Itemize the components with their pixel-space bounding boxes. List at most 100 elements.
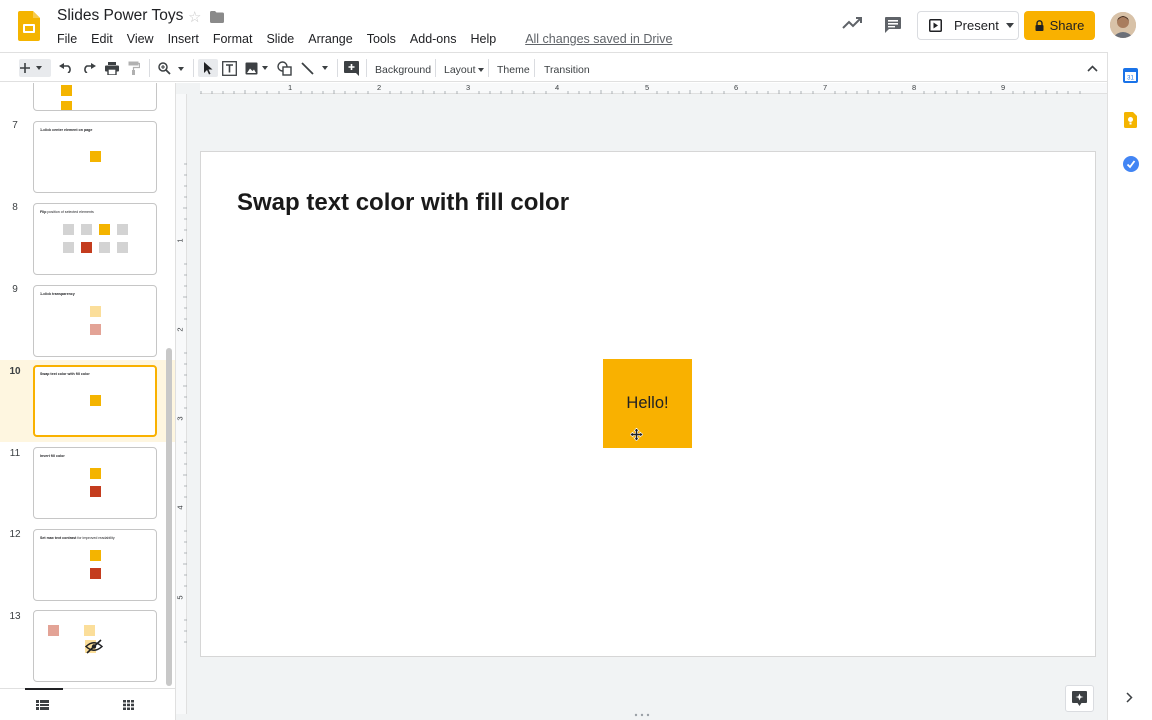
comment-icon[interactable] xyxy=(884,16,902,34)
keep-icon[interactable] xyxy=(1124,112,1137,128)
share-button[interactable]: Share xyxy=(1024,11,1095,40)
menu-slide[interactable]: Slide xyxy=(259,30,301,48)
theme-button[interactable]: Theme xyxy=(497,61,530,79)
hello-shape-text: Hello! xyxy=(626,394,669,412)
active-view-indicator xyxy=(25,688,63,690)
toolbar-divider xyxy=(337,59,338,77)
thumb-shape xyxy=(99,242,110,253)
new-slide-button[interactable] xyxy=(19,59,51,77)
horizontal-ruler[interactable]: 1 2 3 4 5 6 7 8 9 xyxy=(200,83,1107,94)
toolbar-divider xyxy=(193,59,194,77)
document-title[interactable]: Slides Power Toys xyxy=(57,7,183,25)
menu-arrange[interactable]: Arrange xyxy=(301,30,359,48)
calendar-icon[interactable]: 31 xyxy=(1123,68,1138,83)
slide-thumbnail[interactable]: Flip position of selected elements xyxy=(33,203,157,275)
explore-button[interactable] xyxy=(1065,685,1094,712)
plus-icon xyxy=(20,63,42,73)
menu-edit[interactable]: Edit xyxy=(84,30,120,48)
thumb-title-bold: Set max text contrast xyxy=(40,536,77,540)
thumb-title: Flip position of selected elements xyxy=(40,210,94,214)
slide-row: 13 xyxy=(0,609,175,688)
line-icon[interactable] xyxy=(301,59,331,77)
slide-row: 9 1-click transparency xyxy=(0,282,175,364)
ruler-label: 4 xyxy=(175,505,185,510)
toolbar-divider xyxy=(488,59,489,77)
thumb-title: Swap text color with fill color xyxy=(40,372,90,376)
ruler-label: 4 xyxy=(555,83,560,92)
menu-format[interactable]: Format xyxy=(206,30,260,48)
svg-text:31: 31 xyxy=(1127,76,1134,82)
background-button[interactable]: Background xyxy=(375,61,431,79)
add-comment-icon[interactable] xyxy=(344,59,359,77)
slide-thumbnail[interactable]: Invert fill color xyxy=(33,447,157,519)
print-icon[interactable] xyxy=(105,59,119,77)
layout-label: Layout xyxy=(444,64,476,76)
thumb-shape xyxy=(61,85,72,96)
app-header: Slides Power Toys ☆ File Edit View Inser… xyxy=(0,0,1152,52)
menu-bar: File Edit View Insert Format Slide Arran… xyxy=(50,30,679,48)
thumb-title: 1-click transparency xyxy=(40,292,75,296)
expand-panel-icon[interactable] xyxy=(1126,692,1133,703)
save-status-link[interactable]: All changes saved in Drive xyxy=(518,30,679,48)
text-box-icon[interactable] xyxy=(222,59,237,77)
slide-row: 7 1-click center element on page xyxy=(0,118,175,200)
chevron-down-icon xyxy=(477,68,484,72)
slide-thumbnail[interactable]: 1-click center element on page xyxy=(33,121,157,193)
editing-toolbar: Background Layout Theme Transition xyxy=(0,52,1107,82)
menu-help[interactable]: Help xyxy=(463,30,503,48)
redo-icon[interactable] xyxy=(82,59,96,77)
toolbar-divider xyxy=(534,59,535,77)
slide-number: 7 xyxy=(12,120,18,131)
user-avatar[interactable] xyxy=(1110,12,1136,38)
slide-thumbnail-selected[interactable]: Swap text color with fill color xyxy=(33,365,157,437)
notes-resize-handle[interactable] xyxy=(634,713,650,717)
hello-shape[interactable]: Hello! xyxy=(603,359,692,448)
folder-icon[interactable] xyxy=(210,11,224,23)
explore-icon xyxy=(1072,691,1087,706)
present-options-dropdown[interactable] xyxy=(1001,11,1019,40)
slides-logo-icon[interactable] xyxy=(18,11,40,41)
slide-thumbnail[interactable]: 1-click transparency xyxy=(33,285,157,357)
menu-addons[interactable]: Add-ons xyxy=(403,30,464,48)
collapse-toolbar-icon[interactable] xyxy=(1087,59,1098,77)
tasks-icon[interactable] xyxy=(1123,156,1139,172)
transition-button[interactable]: Transition xyxy=(544,61,590,79)
vertical-ruler[interactable]: 1 2 3 4 5 xyxy=(176,94,187,714)
ruler-label: 3 xyxy=(175,416,185,421)
slide-number: 10 xyxy=(9,366,21,377)
insert-image-icon[interactable] xyxy=(245,59,270,77)
thumb-shape xyxy=(61,101,72,110)
filmstrip-view-icon[interactable] xyxy=(36,700,49,710)
activity-trend-icon[interactable] xyxy=(842,16,862,30)
filmstrip-scrollbar[interactable] xyxy=(166,348,172,686)
share-label: Share xyxy=(1049,18,1085,33)
menu-tools[interactable]: Tools xyxy=(360,30,403,48)
menu-file[interactable]: File xyxy=(50,30,84,48)
ruler-label: 8 xyxy=(912,83,917,92)
slide-thumbnail[interactable]: Set max text contrast for improved reada… xyxy=(33,529,157,601)
current-slide[interactable]: Swap text color with fill color Hello! xyxy=(201,152,1095,656)
select-tool-icon[interactable] xyxy=(198,59,218,77)
slide-row-selected: 10 Swap text color with fill color xyxy=(0,360,175,442)
thumb-shape xyxy=(48,625,59,636)
slide-thumbnail[interactable] xyxy=(33,83,157,111)
grid-view-icon[interactable] xyxy=(123,700,134,710)
undo-icon[interactable] xyxy=(59,59,73,77)
paint-format-icon[interactable] xyxy=(128,59,140,77)
slide-thumbnail[interactable] xyxy=(33,610,157,682)
thumb-shape xyxy=(117,224,128,235)
layout-button[interactable]: Layout xyxy=(444,61,484,79)
chevron-down-icon xyxy=(1005,23,1014,28)
move-cursor-icon xyxy=(630,428,643,441)
slide-title[interactable]: Swap text color with fill color xyxy=(237,189,569,217)
ruler-label: 7 xyxy=(823,83,828,92)
menu-insert[interactable]: Insert xyxy=(161,30,206,48)
thumb-shape xyxy=(90,568,101,579)
ruler-label: 2 xyxy=(175,327,185,332)
present-button[interactable]: Present xyxy=(917,11,1002,40)
slide-row: 12 Set max text contrast for improved re… xyxy=(0,527,175,609)
star-icon[interactable]: ☆ xyxy=(188,8,201,26)
menu-view[interactable]: View xyxy=(120,30,161,48)
shape-icon[interactable] xyxy=(277,59,292,77)
zoom-button[interactable] xyxy=(158,59,186,77)
